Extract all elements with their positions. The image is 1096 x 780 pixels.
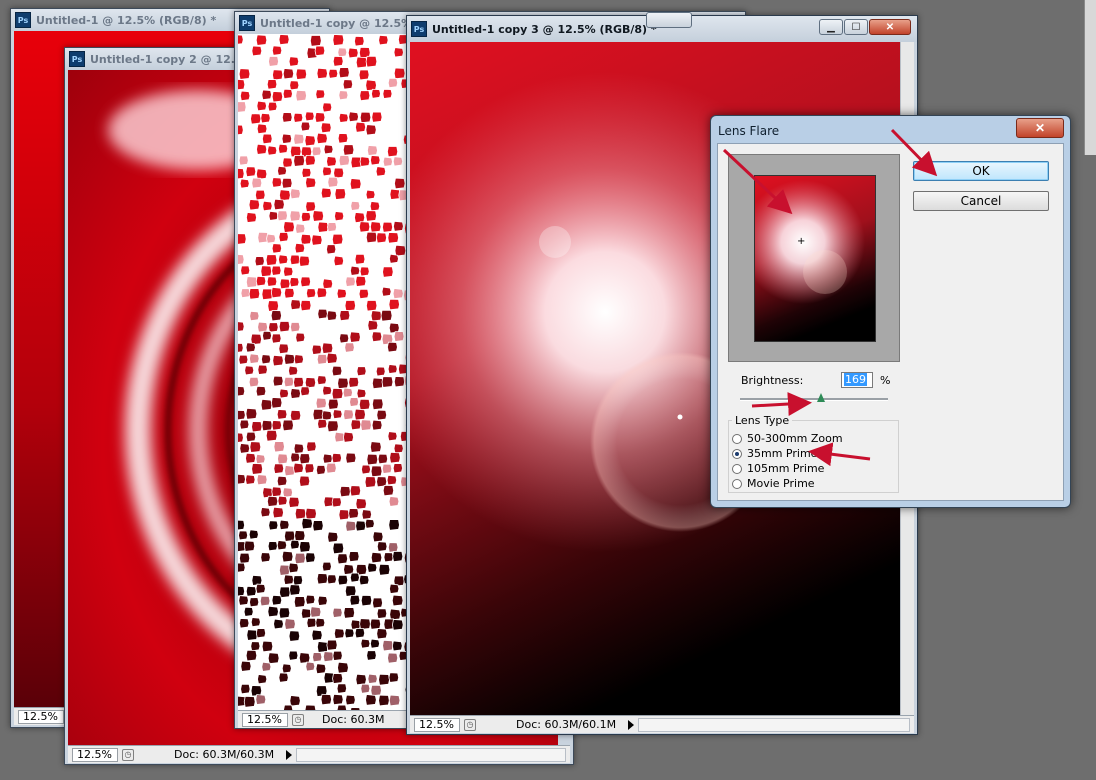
radio-button[interactable] xyxy=(732,478,742,489)
document-canvas[interactable] xyxy=(238,34,413,710)
panel-edge xyxy=(1084,0,1096,155)
brightness-field[interactable]: 169 xyxy=(841,372,873,388)
brightness-value: 169 xyxy=(844,373,867,386)
zoom-field[interactable]: 12.5% xyxy=(18,709,64,724)
dialog-close-button[interactable]: ✕ xyxy=(1016,118,1064,138)
zoom-field[interactable]: 12.5% xyxy=(242,712,288,727)
brightness-label: Brightness: xyxy=(741,374,804,387)
crosshair-icon[interactable]: + xyxy=(797,236,805,247)
status-bar: 12.5% ◷ Doc: 60.3M/60.1M xyxy=(410,715,914,733)
percent-label: % xyxy=(880,374,891,387)
lens-type-option[interactable]: 105mm Prime xyxy=(732,462,824,475)
lens-type-option[interactable]: Movie Prime xyxy=(732,477,815,490)
stained-glass-artwork xyxy=(238,34,413,710)
lens-type-label: Lens Type xyxy=(732,414,793,427)
photoshop-icon: Ps xyxy=(411,21,427,37)
back-window-minimize-button[interactable] xyxy=(646,12,692,28)
back-window-controls xyxy=(646,12,692,28)
status-info-icon[interactable]: ◷ xyxy=(122,748,134,761)
zoom-field[interactable]: 12.5% xyxy=(414,717,460,732)
dialog-title: Lens Flare xyxy=(718,124,780,138)
photoshop-icon: Ps xyxy=(15,12,31,28)
document-size: Doc: 60.3M/60.3M xyxy=(174,748,275,761)
flare-preview xyxy=(728,154,900,362)
flare-preview-image[interactable] xyxy=(754,175,876,342)
status-bar: 12.5% ◷ Doc: 60.3M/60.3M xyxy=(68,745,570,763)
status-menu-arrow-icon[interactable] xyxy=(628,719,635,730)
photoshop-icon: Ps xyxy=(239,15,255,31)
brightness-slider[interactable] xyxy=(740,398,888,401)
cancel-button[interactable]: Cancel xyxy=(913,191,1049,211)
status-info-icon[interactable]: ◷ xyxy=(292,713,304,726)
close-button[interactable]: ✕ xyxy=(869,19,911,35)
photoshop-icon: Ps xyxy=(69,51,85,67)
lens-flare-dialog: Lens Flare ✕ + OK Cancel Brightness: 169… xyxy=(710,115,1071,508)
dialog-body: + OK Cancel Brightness: 169 % Lens Type … xyxy=(717,143,1064,501)
maximize-button[interactable]: ☐ xyxy=(844,19,868,35)
horizontal-scrollbar[interactable] xyxy=(638,717,910,732)
horizontal-scrollbar[interactable] xyxy=(296,747,566,762)
lens-type-option-label: 105mm Prime xyxy=(747,462,825,475)
lens-type-option[interactable]: 35mm Prime xyxy=(732,447,817,460)
ok-button[interactable]: OK xyxy=(913,161,1049,181)
radio-button[interactable] xyxy=(732,433,742,444)
lens-type-option-label: 50-300mm Zoom xyxy=(747,432,843,445)
brightness-slider-thumb[interactable] xyxy=(817,393,826,402)
radio-button[interactable] xyxy=(732,448,742,459)
status-menu-arrow-icon[interactable] xyxy=(286,749,293,760)
lens-type-option-label: 35mm Prime xyxy=(747,447,818,460)
status-info-icon[interactable]: ◷ xyxy=(464,718,476,731)
minimize-button[interactable]: ▁ xyxy=(819,19,843,35)
zoom-field[interactable]: 12.5% xyxy=(72,747,118,762)
lens-type-option-label: Movie Prime xyxy=(747,477,815,490)
lens-type-option[interactable]: 50-300mm Zoom xyxy=(732,432,843,445)
radio-button[interactable] xyxy=(732,463,742,474)
window-title: Untitled-1 @ 12.5% (RGB/8) * xyxy=(36,13,217,27)
window-title: Untitled-1 copy 3 @ 12.5% (RGB/8) * xyxy=(432,22,657,36)
document-size: Doc: 60.3M xyxy=(322,713,385,726)
status-bar: 12.5% ◷ Doc: 60.3M xyxy=(238,710,413,728)
window-controls: ▁ ☐ ✕ xyxy=(819,19,911,35)
document-size: Doc: 60.3M/60.1M xyxy=(516,718,617,731)
